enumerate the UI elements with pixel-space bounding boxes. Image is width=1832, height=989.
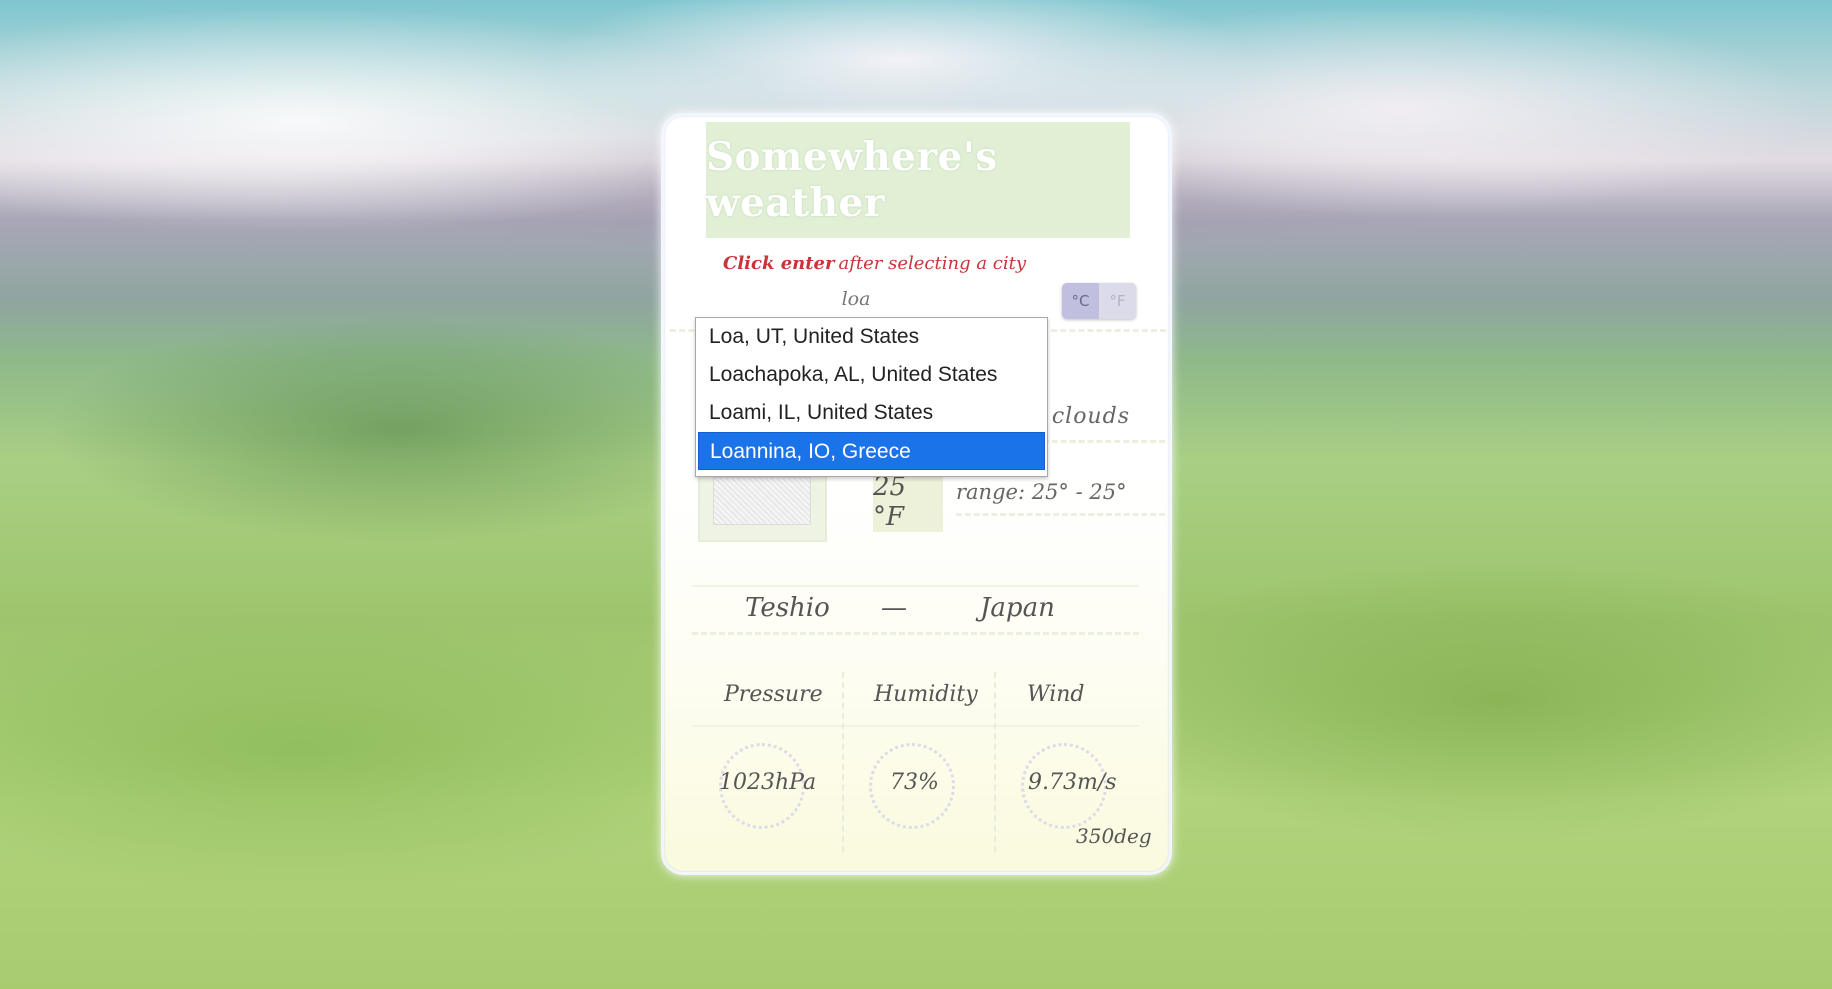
location-separator: — (881, 593, 907, 623)
divider (692, 725, 1139, 727)
temperature-value: 25 °F (873, 472, 907, 532)
humidity-value: 73% (890, 770, 939, 795)
city-search-input[interactable] (764, 284, 948, 314)
autocomplete-option[interactable]: Loa, UT, United States (696, 318, 1047, 356)
weather-description: t clouds (1034, 404, 1130, 429)
column-divider (842, 672, 844, 852)
city-name: Teshio (745, 593, 830, 623)
weather-icon (713, 477, 811, 525)
temperature-range: range: 25° - 25° (956, 480, 1127, 504)
unit-toggle: °C °F (1062, 283, 1136, 319)
divider (692, 632, 1139, 635)
autocomplete-option[interactable]: Loami, IL, United States (696, 394, 1047, 432)
humidity-label: Humidity (874, 682, 978, 707)
column-divider (994, 672, 996, 852)
pressure-label: Pressure (724, 682, 823, 707)
autocomplete-option[interactable]: Loachapoka, AL, United States (696, 356, 1047, 394)
divider (956, 513, 1165, 516)
celsius-button[interactable]: °C (1062, 283, 1099, 319)
wind-label: Wind (1027, 682, 1085, 707)
city-autocomplete-list: Loa, UT, United States Loachapoka, AL, U… (695, 317, 1048, 477)
hint-rest: after selecting a city (838, 253, 1027, 274)
search-hint: Click enter after selecting a city (723, 253, 1026, 274)
pressure-value: 1023hPa (719, 770, 817, 795)
title-banner: Somewhere's weather (706, 122, 1130, 238)
fahrenheit-button[interactable]: °F (1099, 283, 1136, 319)
wind-speed-value: 9.73m/s (1028, 770, 1117, 795)
wind-direction-value: 350deg (1076, 824, 1152, 848)
divider (692, 585, 1139, 587)
autocomplete-option-highlighted[interactable]: Loannina, IO, Greece (698, 432, 1045, 470)
temperature-box: 25 °F (873, 472, 943, 532)
app-title: Somewhere's weather (706, 134, 998, 226)
hint-bold: Click enter (723, 253, 835, 274)
country-name: Japan (980, 593, 1055, 623)
weather-card: Somewhere's weather Click enter after sel… (661, 113, 1172, 875)
